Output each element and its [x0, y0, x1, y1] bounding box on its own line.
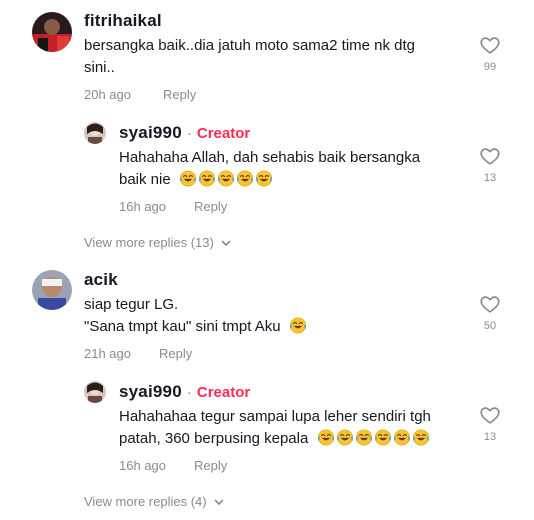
reply-username[interactable]: syai990 — [119, 382, 182, 402]
heart-outline-icon — [479, 145, 501, 167]
like-button[interactable] — [478, 34, 502, 61]
laughing-emoji — [236, 169, 254, 187]
comment-text-line-with-emoji: "Sana tmpt kau" sini tmpt Aku — [84, 316, 308, 338]
comment-text-line: sini.. — [84, 59, 115, 76]
like-count: 13 — [483, 172, 497, 184]
like-count: 99 — [483, 61, 497, 73]
chevron-down-icon — [221, 240, 231, 246]
like-button[interactable] — [478, 293, 502, 320]
laughing-emoji — [374, 428, 392, 446]
laughing-emoji — [355, 428, 373, 446]
reply-timestamp: 16h ago — [119, 458, 166, 473]
reply-button[interactable]: Reply — [194, 458, 227, 473]
view-more-label: View more replies (13) — [84, 235, 214, 250]
comment-username[interactable]: fitrihaikal — [84, 11, 162, 31]
separator-dot: · — [186, 384, 192, 401]
reply-text-line-with-emoji: patah, 360 berpusing kepala — [119, 428, 431, 450]
comment-text: "Sana tmpt kau" sini tmpt Aku — [84, 318, 281, 335]
laughing-emoji — [198, 169, 216, 187]
reply-button[interactable]: Reply — [194, 199, 227, 214]
reply-text-line: Hahahahaa tegur sampai lupa leher sendir… — [119, 408, 431, 425]
reply-text-line-with-emoji: baik nie — [119, 169, 274, 191]
laughing-emoji — [255, 169, 273, 187]
comment-username[interactable]: acik — [84, 270, 118, 290]
laughing-emoji — [393, 428, 411, 446]
laughing-emoji — [412, 428, 430, 446]
heart-outline-icon — [479, 293, 501, 315]
laughing-emoji — [217, 169, 235, 187]
reply-button[interactable]: Reply — [163, 87, 196, 102]
like-count: 13 — [483, 431, 497, 443]
creator-badge: Creator — [196, 125, 251, 142]
creator-badge: Creator — [196, 384, 251, 401]
reply-text-line: Hahahaha Allah, dah sehabis baik bersang… — [119, 149, 421, 166]
emoji-row — [179, 171, 274, 188]
avatar-syai990[interactable] — [84, 122, 106, 144]
comment-text-line: siap tegur LG. — [84, 296, 179, 313]
laughing-emoji — [289, 316, 307, 334]
avatar-fitrihaikal[interactable] — [32, 12, 72, 52]
comment-text-line: bersangka baik..dia jatuh moto sama2 tim… — [84, 37, 416, 54]
avatar-syai990[interactable] — [84, 381, 106, 403]
view-more-label: View more replies (4) — [84, 494, 207, 509]
heart-outline-icon — [479, 34, 501, 56]
like-button[interactable] — [478, 404, 502, 431]
laughing-emoji — [317, 428, 335, 446]
like-count: 50 — [483, 320, 497, 332]
reply-text: patah, 360 berpusing kepala — [119, 430, 309, 447]
reply-text: baik nie — [119, 171, 171, 188]
reply-timestamp: 16h ago — [119, 199, 166, 214]
separator-dot: · — [186, 125, 192, 142]
avatar-acik[interactable] — [32, 270, 72, 310]
reply-username[interactable]: syai990 — [119, 123, 182, 143]
chevron-down-icon — [214, 499, 223, 505]
laughing-emoji — [179, 169, 197, 187]
emoji-row — [317, 430, 431, 447]
view-more-replies-button[interactable]: View more replies (13) — [84, 235, 232, 250]
reply-button[interactable]: Reply — [159, 346, 192, 361]
heart-outline-icon — [479, 404, 501, 426]
view-more-replies-button[interactable]: View more replies (4) — [84, 494, 225, 509]
comment-timestamp: 21h ago — [84, 346, 131, 361]
comment-timestamp: 20h ago — [84, 87, 131, 102]
like-button[interactable] — [478, 145, 502, 172]
laughing-emoji — [336, 428, 354, 446]
